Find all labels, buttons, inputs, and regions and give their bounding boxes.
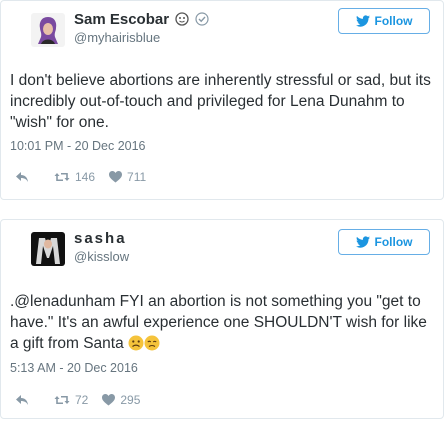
verified-icon (195, 12, 209, 26)
display-name[interactable]: Sam Escobar (74, 11, 209, 28)
reply-icon (15, 394, 29, 406)
tweet-card: sasha @kisslow Follow .@lenadunham FYI a… (0, 219, 444, 419)
retweet-button[interactable]: 146 (54, 170, 95, 184)
reply-button[interactable] (15, 394, 29, 406)
retweet-icon (54, 394, 70, 406)
tweet-card: Sam Escobar @myhairisblue Follow I don't… (0, 0, 444, 200)
bird-icon (355, 236, 370, 248)
emoji-icon (175, 12, 189, 26)
follow-button[interactable]: Follow (338, 229, 430, 255)
follow-button[interactable]: Follow (338, 8, 430, 34)
heart-icon (102, 394, 116, 406)
handle[interactable]: @myhairisblue (74, 30, 160, 45)
timestamp[interactable]: 10:01 PM - 20 Dec 2016 (10, 139, 146, 153)
like-count: 711 (127, 170, 147, 184)
tweet-text-content: .@lenadunham FYI an abortion is not some… (10, 293, 427, 352)
timestamp[interactable]: 5:13 AM - 20 Dec 2016 (10, 361, 138, 375)
handle[interactable]: @kisslow (74, 249, 129, 264)
avatar[interactable] (31, 232, 65, 266)
like-button[interactable]: 711 (109, 170, 146, 184)
tweet-text: .@lenadunham FYI an abortion is not some… (10, 291, 438, 357)
heart-icon (109, 171, 123, 183)
follow-label: Follow (374, 14, 413, 28)
retweet-icon (54, 171, 70, 183)
reply-button[interactable] (15, 171, 29, 183)
emoji-sad-face-icon (144, 335, 160, 357)
retweet-button[interactable]: 72 (54, 393, 88, 407)
retweet-count: 146 (75, 170, 96, 184)
tweet-text: I don't believe abortions are inherently… (10, 72, 431, 131)
bird-icon (355, 15, 370, 27)
emoji-sad-face-icon (128, 335, 144, 357)
avatar[interactable] (31, 13, 65, 47)
tweet-actions: 146 711 (15, 169, 146, 185)
display-name[interactable]: sasha (74, 230, 127, 247)
tweet-actions: 72 295 (15, 392, 140, 408)
like-count: 295 (120, 393, 141, 407)
display-name-text: Sam Escobar (74, 11, 170, 28)
follow-label: Follow (374, 235, 413, 249)
like-button[interactable]: 295 (102, 393, 140, 407)
reply-icon (15, 171, 29, 183)
retweet-count: 72 (75, 393, 89, 407)
